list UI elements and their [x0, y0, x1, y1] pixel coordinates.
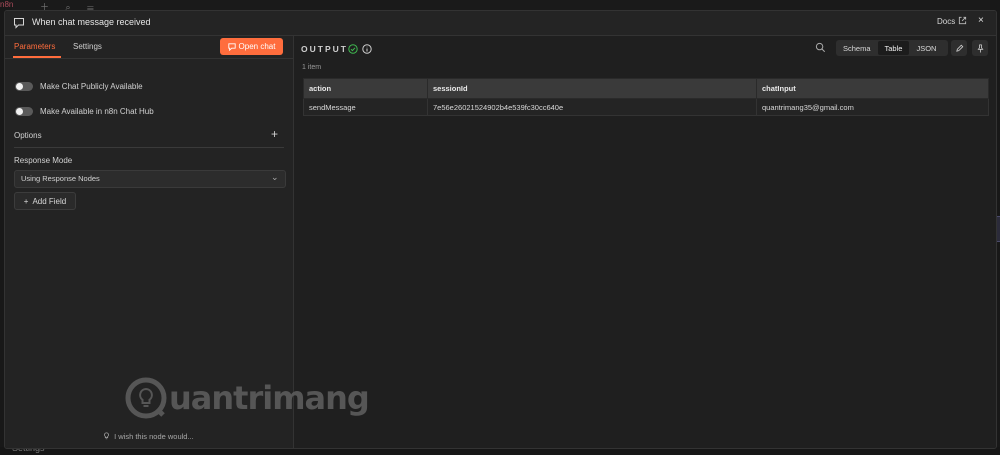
backdrop-corner-text: n8n: [0, 0, 14, 9]
toggle-row-public: Make Chat Publicly Available: [15, 80, 143, 92]
pin-data-button[interactable]: [972, 40, 988, 56]
pin-icon: [977, 43, 983, 53]
lightbulb-icon: [104, 432, 109, 440]
add-option-plus-icon[interactable]: +: [271, 127, 278, 141]
chat-icon: [227, 42, 236, 51]
success-check-icon: [348, 44, 358, 54]
table-cell[interactable]: 7e56e26021524902b4e539fc30cc640e: [427, 98, 757, 116]
column-header-action[interactable]: action: [303, 78, 428, 99]
response-mode-label: Response Mode: [14, 156, 73, 165]
view-json-button[interactable]: JSON: [909, 41, 943, 55]
tab-parameters[interactable]: Parameters: [14, 42, 55, 51]
table-cell[interactable]: quantrimang35@gmail.com: [756, 98, 989, 116]
toggle-row-chat-hub: Make Available in n8n Chat Hub: [15, 105, 154, 117]
modal-header: When chat message received Docs ×: [5, 11, 996, 36]
pencil-icon: [955, 44, 963, 52]
feedback-link[interactable]: I wish this node would...: [103, 432, 194, 441]
view-schema-button[interactable]: Schema: [836, 41, 878, 55]
open-chat-label: Open chat: [238, 42, 276, 51]
public-chat-label: Make Chat Publicly Available: [40, 81, 143, 91]
options-label: Options: [14, 131, 42, 140]
edit-output-button[interactable]: [951, 40, 967, 56]
column-header-sessionid[interactable]: sessionId: [427, 78, 757, 99]
search-icon[interactable]: [815, 42, 826, 53]
column-header-chatinput[interactable]: chatInput: [756, 78, 989, 99]
tabs-divider: [5, 58, 293, 59]
watermark-text: uantrimang: [169, 379, 370, 417]
public-chat-toggle[interactable]: [15, 81, 33, 91]
add-field-button[interactable]: + Add Field: [14, 192, 76, 210]
chat-hub-label: Make Available in n8n Chat Hub: [40, 106, 154, 116]
view-table-button[interactable]: Table: [877, 41, 910, 55]
close-button[interactable]: ×: [978, 15, 984, 26]
external-link-icon[interactable]: [958, 16, 967, 25]
plus-icon: +: [23, 196, 29, 206]
options-divider: [14, 147, 284, 148]
chevron-down-icon: ⌄: [271, 172, 279, 182]
output-title: OUTPUT: [301, 44, 348, 54]
feedback-text: I wish this node would...: [114, 432, 194, 441]
backdrop-top-bar: [0, 0, 1000, 10]
response-mode-value: Using Response Nodes: [21, 174, 100, 183]
chat-hub-toggle[interactable]: [15, 106, 33, 116]
table-cell[interactable]: sendMessage: [303, 98, 428, 116]
node-title[interactable]: When chat message received: [32, 17, 151, 27]
view-mode-switch: Schema Table JSON: [836, 40, 948, 56]
info-icon[interactable]: [362, 44, 372, 54]
output-table: action sessionId chatInput sendMessage 7…: [303, 78, 989, 116]
output-panel: OUTPUT 1 item Schema Table JSON action s…: [294, 36, 996, 448]
docs-link[interactable]: Docs: [937, 17, 955, 26]
watermark: uantrimang: [125, 377, 370, 419]
watermark-logo-icon: [125, 377, 167, 419]
add-field-label: Add Field: [32, 196, 67, 206]
chat-bubble-icon: [14, 18, 24, 29]
tab-settings[interactable]: Settings: [73, 42, 102, 51]
response-mode-select[interactable]: Using Response Nodes ⌄: [14, 170, 286, 188]
item-count: 1 item: [302, 64, 322, 71]
open-chat-button[interactable]: Open chat: [220, 38, 283, 55]
table-header-row: action sessionId chatInput: [303, 78, 989, 99]
table-row: sendMessage 7e56e26021524902b4e539fc30cc…: [303, 98, 989, 116]
